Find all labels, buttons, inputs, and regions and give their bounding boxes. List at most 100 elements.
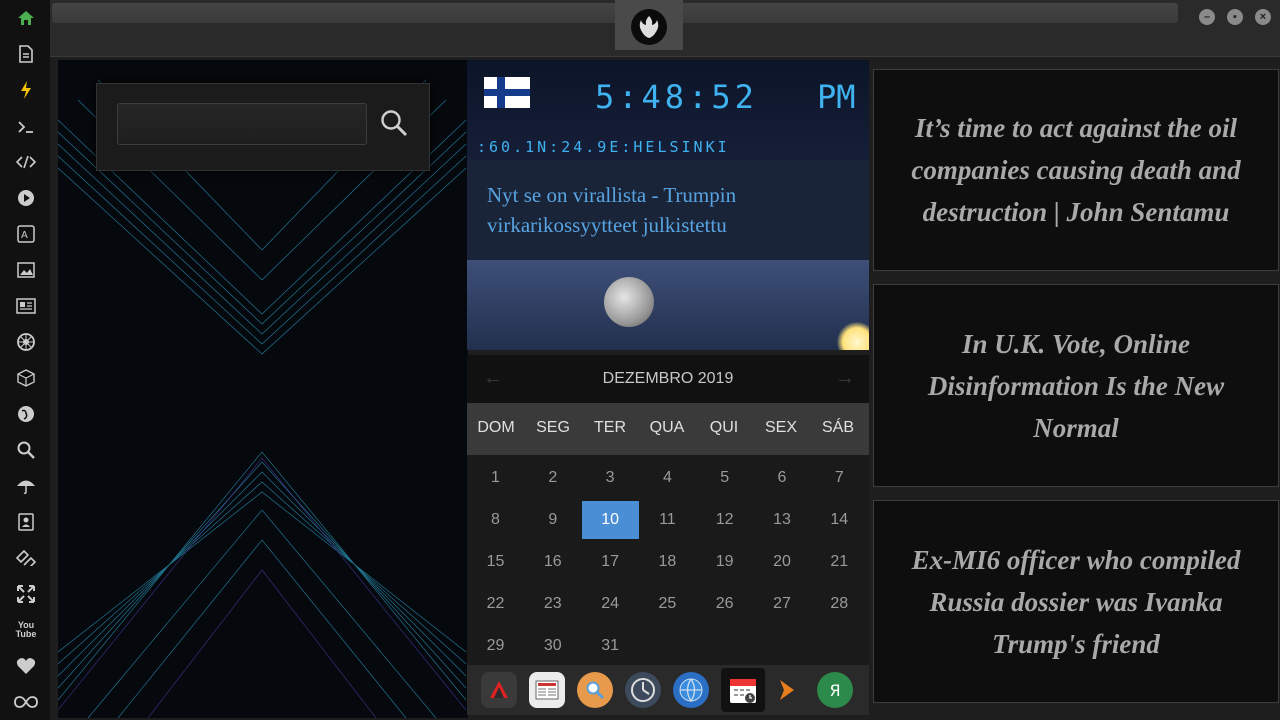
terminal-icon[interactable] — [13, 114, 39, 140]
news-card[interactable]: Ex-MI6 officer who compiled Russia dossi… — [873, 500, 1279, 703]
news-reader-icon[interactable] — [529, 672, 565, 708]
next-month-icon[interactable]: → — [835, 367, 855, 390]
calendar-day[interactable]: 30 — [524, 627, 581, 665]
calendar-day[interactable]: 22 — [467, 585, 524, 623]
calendar-day[interactable]: 12 — [696, 501, 753, 539]
search-input[interactable] — [117, 103, 367, 145]
weekday-label: DOM — [477, 419, 515, 436]
calendar-day[interactable]: 15 — [467, 543, 524, 581]
umbrella-icon[interactable] — [13, 473, 39, 499]
finland-flag-icon — [484, 77, 530, 108]
weekday-header: DOM SEG TER QUA QUI SEX SÁB — [467, 403, 869, 455]
app-dock: Я — [467, 665, 869, 715]
calendar-day[interactable]: 7 — [811, 459, 868, 497]
news-card[interactable]: In U.K. Vote, Online Disinformation Is t… — [873, 284, 1279, 487]
news-headline: In U.K. Vote, Online Disinformation Is t… — [927, 328, 1225, 443]
maximize-button[interactable]: ▪ — [1227, 9, 1243, 25]
calendar-day[interactable]: 21 — [811, 543, 868, 581]
calendar-day[interactable]: 17 — [582, 543, 639, 581]
calendar-day[interactable]: 20 — [754, 543, 811, 581]
news-headline: Ex-MI6 officer who compiled Russia dossi… — [911, 544, 1241, 659]
calendar-app-icon[interactable] — [721, 668, 765, 712]
calendar-day[interactable]: 4 — [639, 459, 696, 497]
calendar-day[interactable]: 19 — [696, 543, 753, 581]
bolt-icon[interactable] — [13, 77, 39, 103]
infinity-icon[interactable] — [13, 689, 39, 715]
calendar-day[interactable]: 14 — [811, 501, 868, 539]
calendar-day[interactable]: 26 — [696, 585, 753, 623]
calendar-day[interactable]: 5 — [696, 459, 753, 497]
calendar-day[interactable]: 13 — [754, 501, 811, 539]
heart-icon[interactable] — [13, 653, 39, 679]
headline-panel: Nyt se on virallista - Trumpin virkariko… — [467, 160, 869, 260]
play-icon[interactable] — [13, 185, 39, 211]
yandex-icon[interactable]: Я — [817, 672, 853, 708]
empire-icon[interactable] — [13, 329, 39, 355]
translate-icon[interactable]: A — [13, 221, 39, 247]
clock-app-icon[interactable] — [625, 672, 661, 708]
weekday-label: SEG — [536, 419, 570, 436]
calendar-day[interactable]: 24 — [582, 585, 639, 623]
media-player-icon[interactable] — [769, 672, 805, 708]
headline-link[interactable]: Nyt se on virallista - Trumpin virkariko… — [487, 180, 857, 240]
calendar-day[interactable]: 9 — [524, 501, 581, 539]
clock-widget: 5:48:52 PM :60.1N:24.9E:HELSINKI — [467, 60, 869, 160]
calendar-day-today[interactable]: 10 — [581, 501, 639, 539]
document-icon[interactable] — [13, 41, 39, 67]
minimize-button[interactable]: – — [1199, 9, 1215, 25]
search-app-icon[interactable] — [577, 672, 613, 708]
calendar-day[interactable]: 18 — [639, 543, 696, 581]
sidebar: A You Tube — [0, 0, 50, 720]
calendar-day[interactable]: 23 — [524, 585, 581, 623]
weekday-label: SÁB — [821, 419, 854, 436]
calendar-day[interactable]: 8 — [467, 501, 524, 539]
calendar-day[interactable]: 6 — [754, 459, 811, 497]
search-widget — [96, 83, 430, 171]
code-icon[interactable] — [13, 149, 39, 175]
clock-ampm: PM — [817, 78, 856, 116]
weekday-label: TER — [594, 419, 626, 436]
calendar-day[interactable]: 16 — [524, 543, 581, 581]
weekday-label: SEX — [764, 419, 797, 436]
youtube-icon[interactable]: You Tube — [13, 617, 39, 643]
close-button[interactable]: × — [1255, 9, 1271, 25]
cube-icon[interactable] — [13, 365, 39, 391]
image-icon[interactable] — [13, 257, 39, 283]
youtube-label: You Tube — [15, 620, 37, 639]
weekday-label: QUA — [649, 419, 685, 436]
contacts-icon[interactable] — [13, 509, 39, 535]
svg-text:A: A — [21, 230, 28, 241]
calendar-day[interactable]: 2 — [524, 459, 581, 497]
weekday-label: QUI — [709, 419, 739, 436]
tag-icon[interactable] — [13, 545, 39, 571]
home-icon[interactable] — [13, 5, 39, 31]
search-icon[interactable] — [13, 437, 39, 463]
magnifier-icon — [381, 110, 408, 137]
calendar-day[interactable]: 27 — [754, 585, 811, 623]
calendar-day[interactable]: 28 — [811, 585, 868, 623]
clock-time: 5:48:52 — [595, 78, 758, 116]
browser-icon[interactable] — [673, 672, 709, 708]
calendar-month: DEZEMBRO 2019 — [602, 370, 734, 387]
calendar-day[interactable]: 29 — [467, 627, 524, 665]
moon-icon — [604, 277, 654, 327]
calendar-day[interactable]: 11 — [639, 501, 696, 539]
rebel-alliance-icon — [631, 9, 667, 45]
sun-icon — [837, 322, 869, 350]
calendar-widget: ← DEZEMBRO 2019 → DOM SEG TER QUA QUI SE… — [467, 355, 869, 665]
calendar-day[interactable]: 1 — [467, 459, 524, 497]
clock-location: :60.1N:24.9E:HELSINKI — [477, 138, 730, 156]
calendar-header: ← DEZEMBRO 2019 → — [467, 355, 869, 403]
news-card[interactable]: It’s time to act against the oil compani… — [873, 69, 1279, 271]
sky-panel — [467, 260, 869, 350]
yandex-letter: Я — [829, 680, 841, 700]
calendar-day[interactable]: 3 — [582, 459, 639, 497]
calendar-day[interactable]: 31 — [582, 627, 639, 665]
globe-icon[interactable] — [13, 401, 39, 427]
search-button[interactable] — [379, 106, 409, 140]
newspaper-icon[interactable] — [13, 293, 39, 319]
calendar-day[interactable]: 25 — [639, 585, 696, 623]
expand-icon[interactable] — [13, 581, 39, 607]
logo-tab[interactable] — [615, 0, 683, 50]
app-launcher-icon[interactable] — [481, 672, 517, 708]
